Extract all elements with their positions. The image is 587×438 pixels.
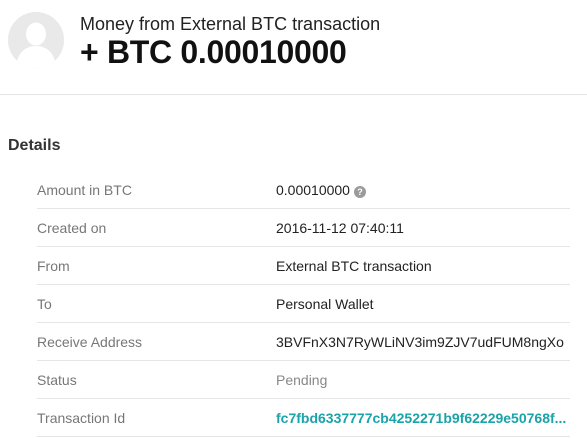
- transaction-header: Money from External BTC transaction + BT…: [0, 0, 587, 95]
- transaction-amount: + BTC 0.00010000: [80, 34, 347, 70]
- detail-value: 0.00010000?: [276, 182, 366, 198]
- avatar: [8, 12, 64, 68]
- details-table: Amount in BTC 0.00010000? Created on 201…: [37, 171, 570, 437]
- detail-row-amount: Amount in BTC 0.00010000?: [37, 171, 570, 209]
- detail-value: 2016-11-12 07:40:11: [276, 220, 404, 236]
- detail-label: Created on: [37, 220, 107, 236]
- detail-label: Status: [37, 372, 77, 388]
- detail-row-created: Created on 2016-11-12 07:40:11: [37, 209, 570, 247]
- transaction-id-link[interactable]: fc7fbd6337777cb4252271b9f62229e50768f...: [276, 410, 566, 426]
- detail-label: From: [37, 258, 70, 274]
- detail-value: External BTC transaction: [276, 258, 432, 274]
- detail-row-to: To Personal Wallet: [37, 285, 570, 323]
- receive-address-value: 3BVFnX3N7RyWLiNV3im9ZJV7udFUM8ngXo: [276, 334, 564, 350]
- transaction-title: Money from External BTC transaction: [80, 14, 381, 34]
- detail-row-transaction-id: Transaction Id fc7fbd6337777cb4252271b9f…: [37, 399, 570, 437]
- detail-value: Personal Wallet: [276, 296, 374, 312]
- amount-value: 0.00010000: [276, 182, 350, 198]
- details-heading: Details: [8, 137, 61, 154]
- detail-label: Receive Address: [37, 334, 143, 350]
- detail-label: To: [37, 296, 52, 312]
- detail-row-receive-address: Receive Address 3BVFnX3N7RyWLiNV3im9ZJV7…: [37, 323, 570, 361]
- detail-label: Amount in BTC: [37, 182, 132, 198]
- question-circle-icon[interactable]: ?: [353, 186, 366, 198]
- detail-row-status: Status Pending: [37, 361, 570, 399]
- detail-row-from: From External BTC transaction: [37, 247, 570, 285]
- detail-label: Transaction Id: [37, 410, 126, 426]
- user-silhouette-icon: [8, 12, 64, 68]
- status-value: Pending: [276, 372, 328, 388]
